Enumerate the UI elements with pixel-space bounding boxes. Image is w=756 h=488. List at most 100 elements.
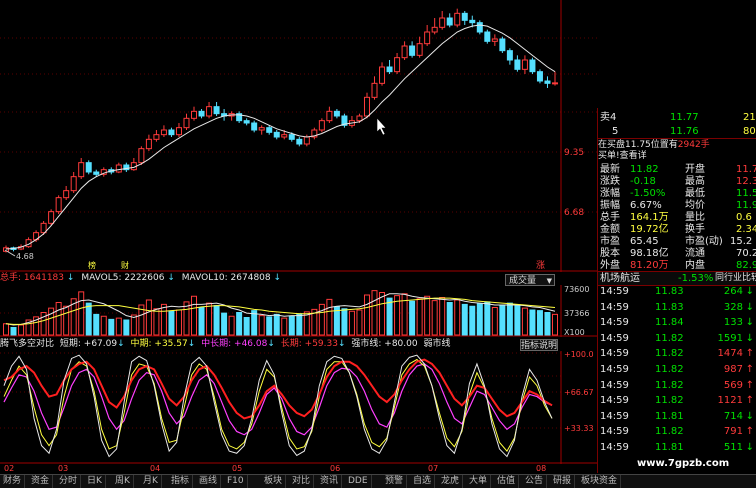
volume-bar[interactable] (296, 313, 303, 336)
candle[interactable] (544, 80, 551, 84)
candle[interactable] (356, 115, 363, 122)
volume-bar[interactable] (536, 310, 543, 336)
detail-link[interactable]: 查看详 (620, 151, 647, 161)
candle[interactable] (386, 66, 393, 73)
ask-row[interactable]: 5 11.76 80 (598, 125, 756, 138)
candle[interactable] (168, 129, 175, 136)
candle[interactable] (153, 134, 160, 140)
candle[interactable] (191, 110, 198, 119)
volume-bar[interactable] (461, 303, 468, 336)
volume-bar[interactable] (123, 319, 130, 336)
bottom-tab[interactable]: 分时 (56, 475, 82, 488)
candle[interactable] (529, 59, 536, 73)
volume-bar[interactable] (288, 315, 295, 336)
bottom-tab[interactable]: 资讯 (317, 475, 343, 488)
volume-bar[interactable] (341, 308, 348, 336)
volume-bar[interactable] (258, 315, 265, 336)
candle[interactable] (536, 71, 543, 82)
bottom-tab[interactable]: 资金 (28, 475, 54, 488)
tick-row[interactable]: 14:59 11.82 569 ↑ (598, 379, 756, 393)
volume-bar[interactable] (446, 302, 453, 336)
volume-bar[interactable] (281, 317, 288, 336)
candle[interactable] (476, 22, 483, 33)
volume-bar[interactable] (266, 316, 273, 336)
volume-bar[interactable] (198, 307, 205, 336)
bottom-tab[interactable]: 自选 (410, 475, 436, 488)
volume-bar[interactable] (401, 293, 408, 336)
candle[interactable] (363, 96, 370, 117)
event-tag-bang[interactable]: 榜 (88, 260, 96, 270)
indicator-help-button[interactable]: 指标说明 (520, 339, 558, 351)
tick-row[interactable]: 14:59 11.82 1474 ↑ (598, 347, 756, 361)
candle[interactable] (93, 171, 100, 175)
compare-button[interactable]: 同行业比较 (715, 272, 756, 285)
volume-bar[interactable] (544, 312, 551, 336)
volume-bar[interactable] (168, 310, 175, 336)
volume-bar[interactable] (491, 307, 498, 336)
tick-row[interactable]: 14:59 11.83 328 ↓ (598, 301, 756, 315)
volume-bar[interactable] (552, 313, 558, 336)
volume-bar[interactable] (514, 305, 521, 336)
volume-bar[interactable] (213, 305, 220, 336)
volume-bar[interactable] (326, 298, 333, 336)
volume-bar[interactable] (206, 302, 213, 336)
candle[interactable] (454, 12, 461, 26)
candle[interactable] (416, 43, 423, 56)
candle[interactable] (55, 197, 62, 213)
volume-bar[interactable] (431, 300, 438, 336)
tick-row[interactable]: 14:59 11.82 1121 ↑ (598, 394, 756, 408)
candle[interactable] (333, 110, 340, 117)
candle[interactable] (318, 120, 325, 131)
bottom-tab[interactable]: 板块 (261, 475, 287, 488)
candle[interactable] (115, 164, 122, 173)
candle[interactable] (266, 127, 273, 133)
tick-row[interactable]: 14:59 11.82 987 ↑ (598, 363, 756, 377)
volume-bar[interactable] (409, 300, 416, 336)
kline-chart[interactable]: 9.35 6.68 4.68 榜 财 涨 (0, 0, 597, 272)
candle[interactable] (394, 57, 401, 73)
volume-bar[interactable] (191, 295, 198, 336)
candle[interactable] (326, 110, 333, 122)
bottom-tab[interactable]: 月K (140, 475, 162, 488)
candle[interactable] (431, 26, 438, 33)
volume-bar[interactable] (454, 299, 461, 336)
candle[interactable] (288, 134, 295, 140)
candle[interactable] (506, 50, 513, 61)
bottom-tab[interactable]: 预警 (382, 475, 408, 488)
volume-bar[interactable] (348, 310, 355, 336)
tick-row[interactable]: 14:59 11.84 133 ↓ (598, 316, 756, 330)
candle[interactable] (521, 59, 528, 70)
candle[interactable] (401, 45, 408, 59)
candle[interactable] (469, 19, 476, 24)
candle[interactable] (379, 66, 386, 84)
tick-row[interactable]: 14:59 11.81 511 ↓ (598, 441, 756, 455)
bottom-tab[interactable]: 估值 (494, 475, 520, 488)
bottom-tab[interactable]: 大单 (466, 475, 492, 488)
volume-bar[interactable] (175, 309, 182, 336)
indicator-chart[interactable]: +100.0 +66.67 +33.33 (0, 351, 597, 464)
candle[interactable] (258, 127, 265, 131)
volume-bar[interactable] (243, 317, 250, 336)
bottom-tab[interactable]: 周K (112, 475, 134, 488)
volume-bar[interactable] (318, 303, 325, 336)
volume-bar[interactable] (529, 309, 536, 336)
volume-bar[interactable] (100, 315, 107, 336)
bottom-tab[interactable]: 研报 (550, 475, 576, 488)
volume-bar[interactable] (3, 323, 9, 336)
volume-bar[interactable] (10, 327, 17, 336)
candle[interactable] (484, 31, 491, 42)
bottom-tab[interactable]: 对比 (289, 475, 315, 488)
bottom-tab[interactable]: 财务 (0, 475, 26, 488)
volume-bar[interactable] (78, 291, 85, 336)
volume-bar[interactable] (476, 303, 483, 336)
candle[interactable] (206, 106, 213, 117)
bottom-tab[interactable]: 画线 (196, 475, 222, 488)
bottom-tab[interactable]: 公告 (522, 475, 548, 488)
candle[interactable] (491, 38, 498, 42)
candle[interactable] (175, 127, 182, 136)
candle[interactable] (461, 12, 468, 21)
ask-row[interactable]: 卖4 11.77 21 (598, 111, 756, 124)
tick-row[interactable]: 14:59 11.82 1591 ↓ (598, 332, 756, 346)
candle[interactable] (409, 45, 416, 56)
volume-bar[interactable] (469, 305, 476, 336)
